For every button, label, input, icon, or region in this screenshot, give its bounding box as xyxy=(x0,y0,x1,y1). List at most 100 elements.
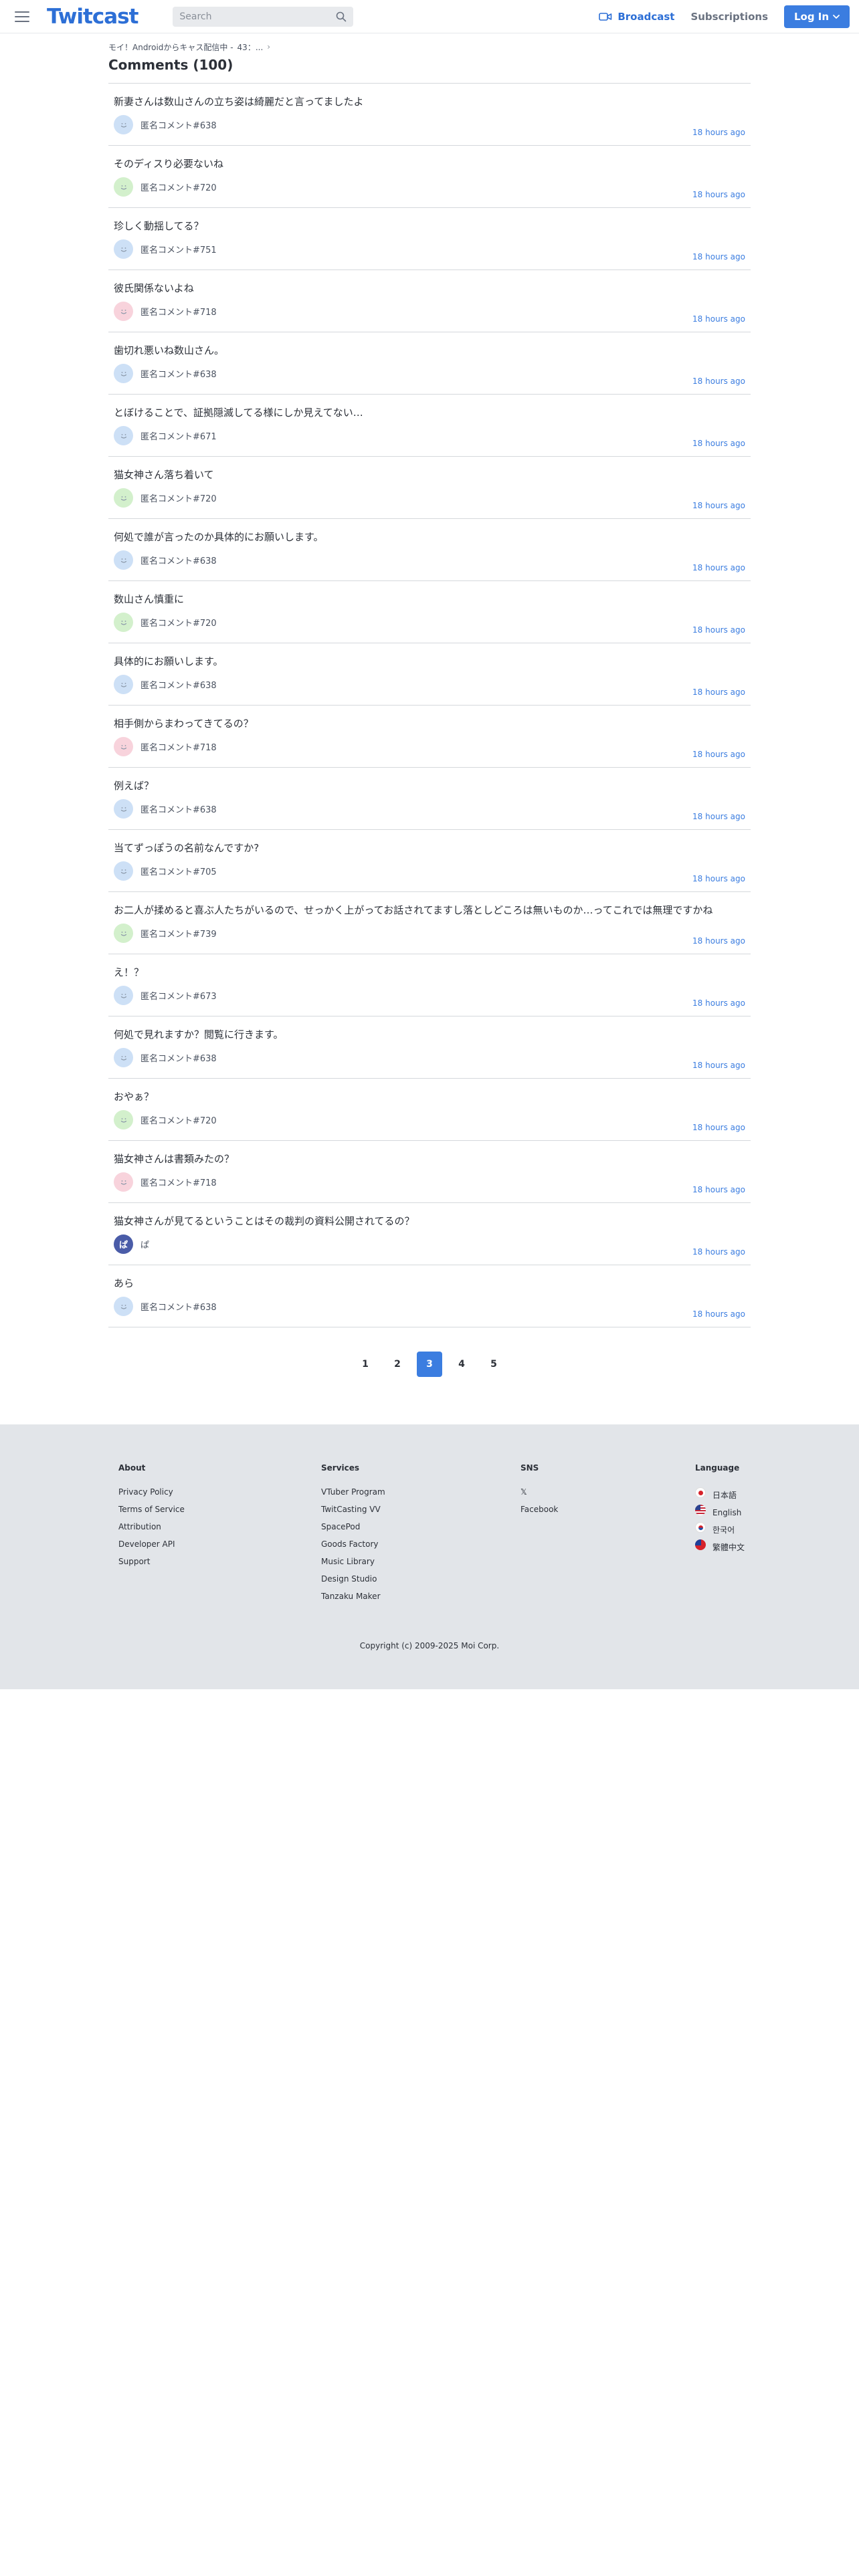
language-option[interactable]: 日本語 xyxy=(695,1487,745,1505)
comment-text: 例えば？ xyxy=(114,780,155,792)
comment-timestamp[interactable]: 18 hours ago xyxy=(692,439,745,448)
comment-timestamp[interactable]: 18 hours ago xyxy=(692,812,745,821)
language-option[interactable]: 한국어 xyxy=(695,1522,745,1539)
comment-timestamp[interactable]: 18 hours ago xyxy=(692,1247,745,1257)
comment-username[interactable]: 匿名コメント#638 xyxy=(140,1300,217,1313)
comment-timestamp[interactable]: 18 hours ago xyxy=(692,501,745,510)
comment-username[interactable]: ぱ xyxy=(140,1238,149,1251)
comment-timestamp[interactable]: 18 hours ago xyxy=(692,1061,745,1070)
footer-link[interactable]: SpacePod xyxy=(321,1522,385,1539)
page-button[interactable]: 5 xyxy=(481,1352,506,1377)
avatar[interactable] xyxy=(114,364,133,383)
avatar[interactable]: ぱ xyxy=(114,1235,133,1254)
comment-username[interactable]: 匿名コメント#638 xyxy=(140,118,217,131)
breadcrumb-item-channel[interactable]: モイ！Androidからキャス配信中 - xyxy=(108,41,233,53)
page-button[interactable]: 1 xyxy=(353,1352,378,1377)
avatar[interactable] xyxy=(114,1048,133,1067)
search-box[interactable] xyxy=(173,6,354,27)
search-icon[interactable] xyxy=(336,11,347,22)
comment-timestamp[interactable]: 18 hours ago xyxy=(692,1309,745,1319)
comment-username[interactable]: 匿名コメント#638 xyxy=(140,367,217,380)
comment-timestamp[interactable]: 18 hours ago xyxy=(692,998,745,1008)
footer-link[interactable]: Attribution xyxy=(118,1522,185,1539)
footer-link[interactable]: Goods Factory xyxy=(321,1539,385,1557)
comment-timestamp[interactable]: 18 hours ago xyxy=(692,750,745,759)
avatar[interactable] xyxy=(114,1297,133,1316)
avatar[interactable] xyxy=(114,1172,133,1192)
avatar[interactable] xyxy=(114,488,133,508)
comment-timestamp[interactable]: 18 hours ago xyxy=(692,314,745,324)
comment-timestamp[interactable]: 18 hours ago xyxy=(692,874,745,883)
comment-username[interactable]: 匿名コメント#718 xyxy=(140,740,217,753)
comment-timestamp[interactable]: 18 hours ago xyxy=(692,1185,745,1194)
footer-link[interactable]: Developer API xyxy=(118,1539,185,1557)
avatar[interactable] xyxy=(114,239,133,259)
avatar[interactable] xyxy=(114,177,133,197)
language-option[interactable]: 繁體中文 xyxy=(695,1539,745,1557)
page-button[interactable]: 3 xyxy=(417,1352,442,1377)
footer-link[interactable]: VTuber Program xyxy=(321,1487,385,1505)
comment-username[interactable]: 匿名コメント#671 xyxy=(140,429,217,442)
comment-timestamp[interactable]: 18 hours ago xyxy=(692,687,745,697)
comment-username[interactable]: 匿名コメント#638 xyxy=(140,554,217,566)
comment-timestamp[interactable]: 18 hours ago xyxy=(692,936,745,946)
avatar[interactable] xyxy=(114,302,133,321)
language-option[interactable]: English xyxy=(695,1505,745,1522)
menu-icon[interactable] xyxy=(15,11,29,22)
comment-username[interactable]: 匿名コメント#720 xyxy=(140,1113,217,1126)
comment-timestamp[interactable]: 18 hours ago xyxy=(692,563,745,572)
comment-timestamp[interactable]: 18 hours ago xyxy=(692,190,745,199)
avatar[interactable] xyxy=(114,675,133,694)
comment-username[interactable]: 匿名コメント#705 xyxy=(140,865,217,877)
footer-link[interactable]: Tanzaku Maker xyxy=(321,1592,385,1609)
footer-link[interactable]: Privacy Policy xyxy=(118,1487,185,1505)
avatar[interactable] xyxy=(114,924,133,943)
comment-timestamp[interactable]: 18 hours ago xyxy=(692,625,745,635)
avatar[interactable] xyxy=(114,986,133,1005)
footer-link[interactable]: Terms of Service xyxy=(118,1505,185,1522)
comment-timestamp[interactable]: 18 hours ago xyxy=(692,1123,745,1132)
footer-link[interactable]: 𝕏 xyxy=(520,1487,558,1505)
comment-username[interactable]: 匿名コメント#720 xyxy=(140,181,217,193)
comment-text: 何処で見れますか？閲覧に行きます。 xyxy=(114,1029,284,1041)
copyright: Copyright (c) 2009-2025 Moi Corp. xyxy=(359,1641,500,1650)
footer-link[interactable]: Music Library xyxy=(321,1557,385,1574)
comment-text: お二人が揉めると喜ぶ人たちがいるので、せっかく上がってお話されてますし落としどこ… xyxy=(114,904,713,916)
comment-item: あら 匿名コメント#638 18 hours ago xyxy=(108,1265,751,1327)
page-button[interactable]: 4 xyxy=(449,1352,474,1377)
avatar[interactable] xyxy=(114,115,133,134)
top-header: Twitcast Broadcast Subscriptions Log In xyxy=(0,0,859,33)
comment-timestamp[interactable]: 18 hours ago xyxy=(692,252,745,261)
footer-link[interactable]: Design Studio xyxy=(321,1574,385,1592)
page-button[interactable]: 2 xyxy=(385,1352,410,1377)
comment-username[interactable]: 匿名コメント#718 xyxy=(140,1176,217,1188)
comment-username[interactable]: 匿名コメント#720 xyxy=(140,492,217,504)
avatar[interactable] xyxy=(114,426,133,445)
breadcrumb-item-live[interactable]: 43：... xyxy=(237,41,264,53)
subscriptions-link[interactable]: Subscriptions xyxy=(690,11,768,23)
comment-timestamp[interactable]: 18 hours ago xyxy=(692,377,745,386)
broadcast-button[interactable]: Broadcast xyxy=(599,11,674,23)
comment-username[interactable]: 匿名コメント#718 xyxy=(140,305,217,318)
search-input[interactable] xyxy=(179,11,337,22)
avatar[interactable] xyxy=(114,737,133,756)
avatar[interactable] xyxy=(114,799,133,819)
avatar[interactable] xyxy=(114,613,133,632)
avatar[interactable] xyxy=(114,861,133,881)
avatar[interactable] xyxy=(114,1110,133,1130)
comment-username[interactable]: 匿名コメント#751 xyxy=(140,243,217,255)
comment-username[interactable]: 匿名コメント#638 xyxy=(140,678,217,691)
footer-link[interactable]: Support xyxy=(118,1557,185,1574)
avatar[interactable] xyxy=(114,550,133,570)
comment-username[interactable]: 匿名コメント#720 xyxy=(140,616,217,629)
comment-text: 珍しく動揺してる？ xyxy=(114,220,204,232)
footer-link[interactable]: TwitCasting VV xyxy=(321,1505,385,1522)
comment-timestamp[interactable]: 18 hours ago xyxy=(692,128,745,137)
login-button[interactable]: Log In xyxy=(784,5,850,28)
comment-username[interactable]: 匿名コメント#739 xyxy=(140,927,217,940)
twitcast-logo[interactable]: Twitcast xyxy=(47,5,138,29)
comment-username[interactable]: 匿名コメント#638 xyxy=(140,1051,217,1064)
footer-link[interactable]: Facebook xyxy=(520,1505,558,1522)
comment-username[interactable]: 匿名コメント#673 xyxy=(140,989,217,1002)
comment-username[interactable]: 匿名コメント#638 xyxy=(140,802,217,815)
